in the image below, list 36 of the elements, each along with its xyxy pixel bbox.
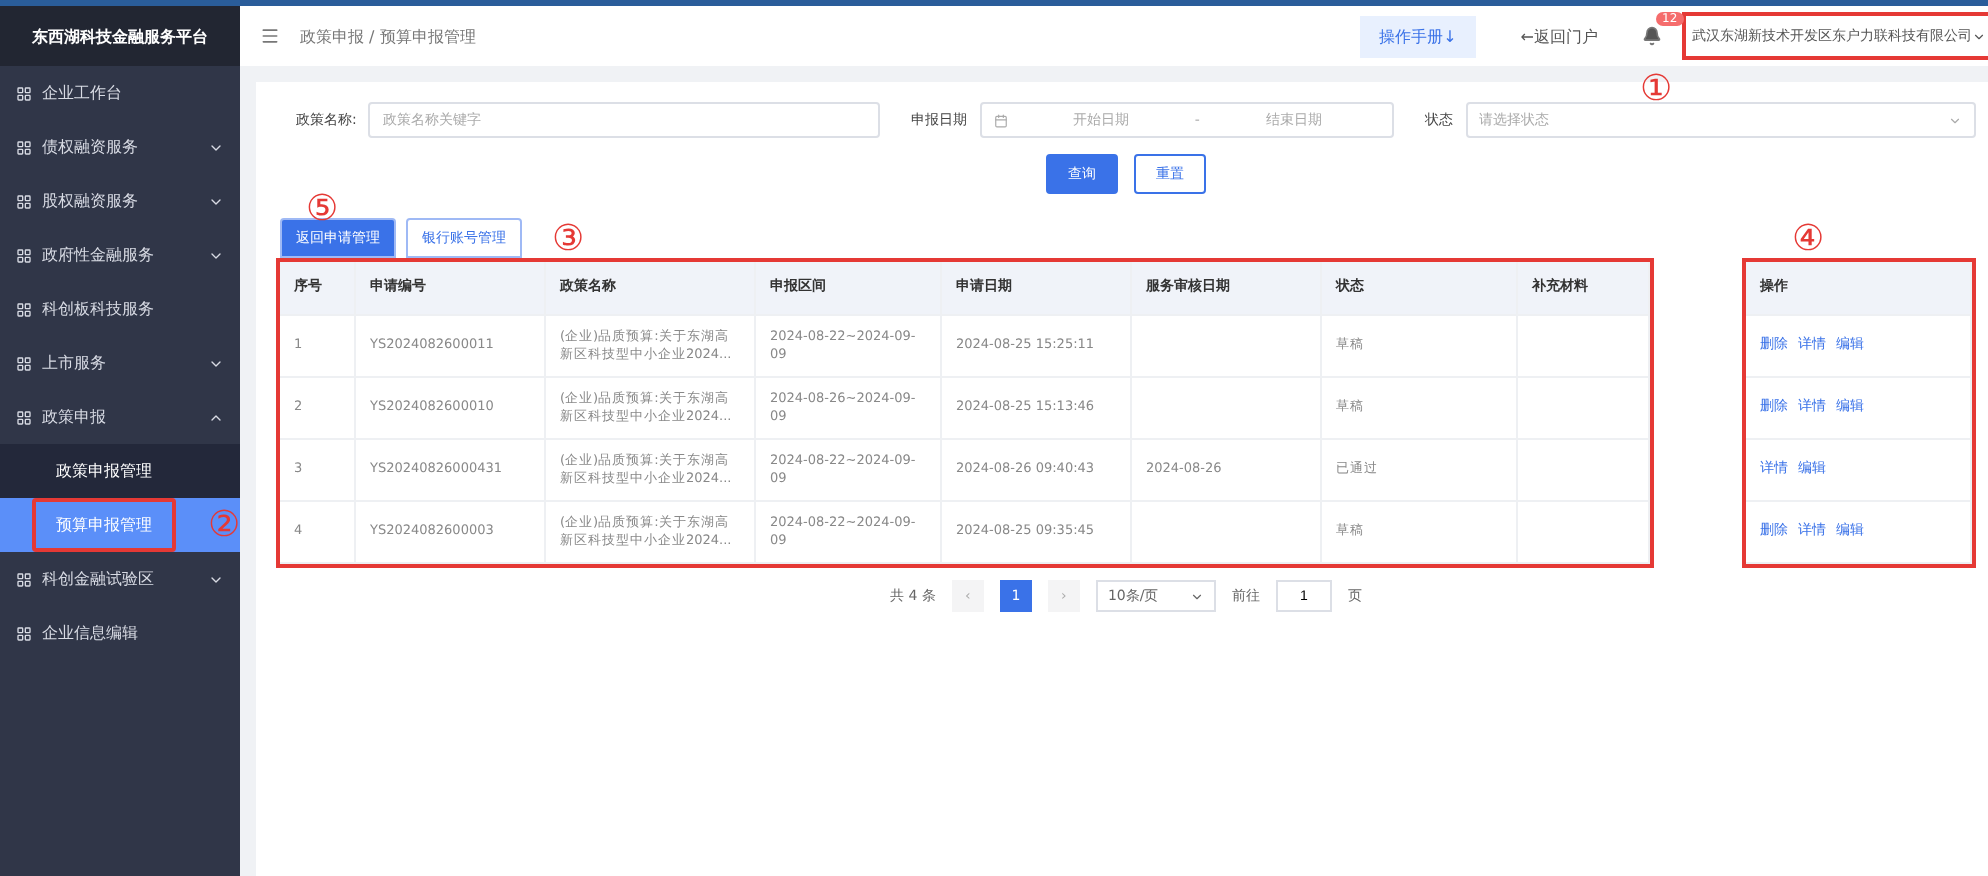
sidebar-item[interactable]: 政策申报 — [0, 390, 240, 444]
breadcrumb-separator: / — [367, 27, 377, 45]
chevron-down-icon — [1948, 113, 1962, 127]
sidebar-item[interactable]: 科创板科技服务 — [0, 282, 240, 336]
sidebar-item[interactable]: 企业信息编辑 — [0, 606, 240, 660]
submenu-item[interactable]: 政策申报管理 — [0, 444, 240, 498]
sidebar-item[interactable]: 债权融资服务 — [0, 120, 240, 174]
breadcrumb-item[interactable]: 政策申报 — [300, 27, 364, 45]
breadcrumb-item: 预算申报管理 — [379, 27, 476, 45]
chevron-down-icon — [1972, 29, 1986, 43]
bell-icon[interactable] — [1642, 26, 1662, 46]
sidebar-item[interactable]: 上市服务 — [0, 336, 240, 390]
annotation-number: ③ — [552, 222, 585, 258]
menu-item-icon — [16, 193, 32, 209]
annotation-number: ② — [208, 508, 241, 544]
calendar-icon — [993, 113, 1008, 127]
menu-item-icon — [16, 571, 32, 587]
submenu-item[interactable]: 预算申报管理 ② — [0, 498, 240, 552]
menu-item-icon — [16, 247, 32, 263]
chevron-down-icon — [1189, 589, 1204, 603]
annotation-number: ① — [1640, 72, 1673, 108]
platform-title: 东西湖科技金融服务平台 — [0, 6, 240, 66]
menu-item-icon — [16, 85, 32, 101]
sidebar-item[interactable]: 股权融资服务 — [0, 174, 240, 228]
sidebar-item[interactable]: 科创金融试验区 — [0, 552, 240, 606]
menu-item-icon — [16, 409, 32, 425]
menu-item-icon — [16, 139, 32, 155]
annotation-number: ④ — [1792, 222, 1825, 258]
manual-button[interactable]: 操作手册↓ — [1359, 15, 1477, 57]
menu-icon[interactable] — [260, 26, 280, 46]
sidebar-item[interactable]: 政府性金融服务 — [0, 228, 240, 282]
menu-item-icon — [16, 625, 32, 641]
menu-item-icon — [16, 301, 32, 317]
menu-item-icon — [16, 355, 32, 371]
sidebar-item[interactable]: 企业工作台 — [0, 66, 240, 120]
portal-link[interactable]: ←返回门户 — [1520, 25, 1598, 47]
